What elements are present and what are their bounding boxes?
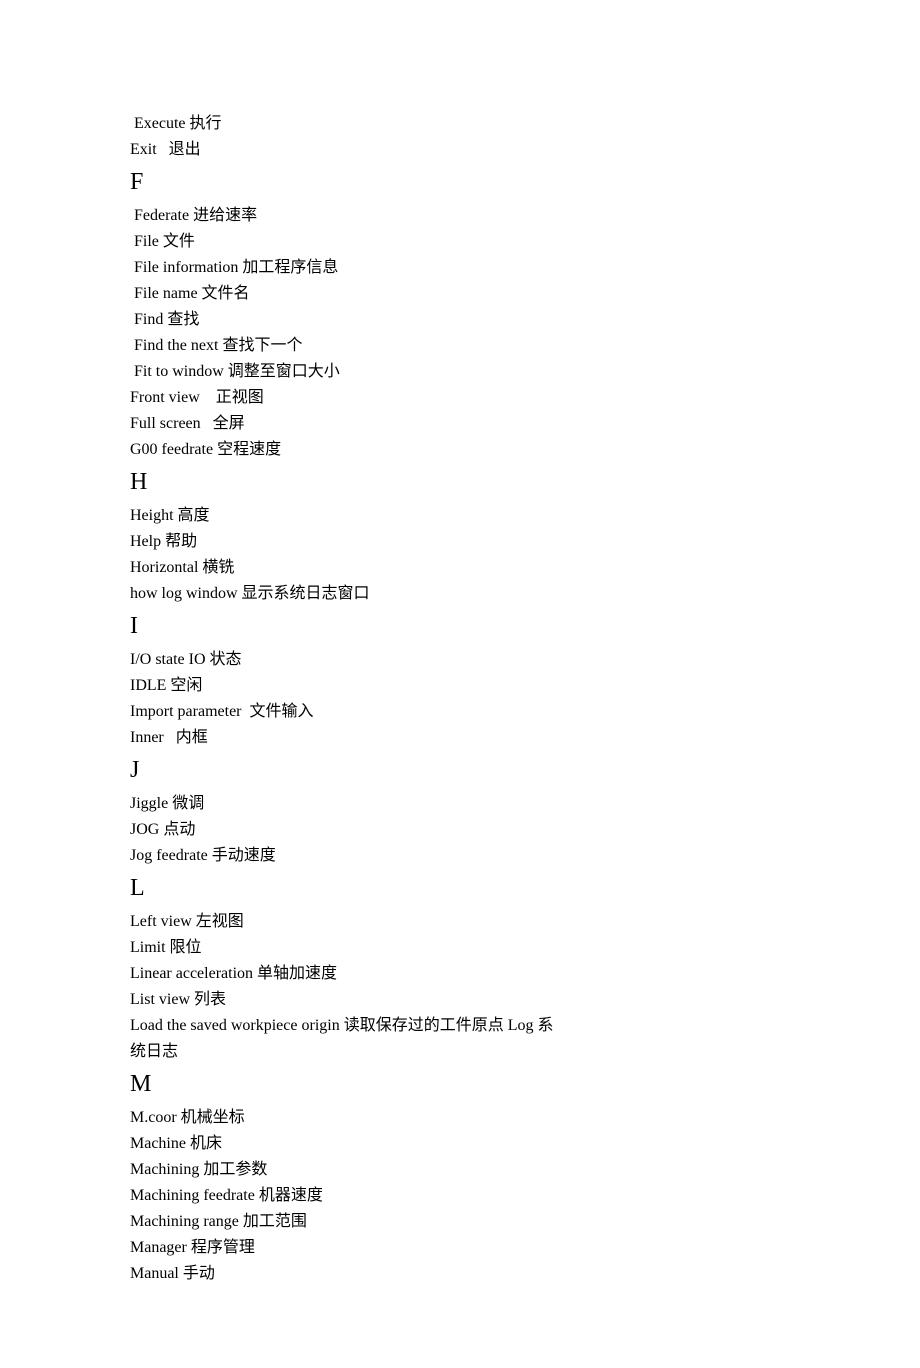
glossary-entry: how log window 显示系统日志窗口 [130, 582, 790, 606]
glossary-entry: Height 高度 [130, 504, 790, 528]
glossary-entry: G00 feedrate 空程速度 [130, 438, 790, 462]
glossary-entry: Front view 正视图 [130, 386, 790, 410]
glossary-entry: Manager 程序管理 [130, 1236, 790, 1260]
glossary-entry: IDLE 空闲 [130, 674, 790, 698]
glossary-entry: Machining feedrate 机器速度 [130, 1184, 790, 1208]
glossary-entry: Jiggle 微调 [130, 792, 790, 816]
glossary-entry: Machining range 加工范围 [130, 1210, 790, 1234]
section-heading-L: L [130, 870, 790, 906]
glossary-entry: JOG 点动 [130, 818, 790, 842]
glossary-entry: I/O state IO 状态 [130, 648, 790, 672]
glossary-entry: Manual 手动 [130, 1262, 790, 1286]
glossary-entry: Machine 机床 [130, 1132, 790, 1156]
glossary-entry: Federate 进给速率 [130, 204, 790, 228]
glossary-entry: M.coor 机械坐标 [130, 1106, 790, 1130]
glossary-entry: Inner 内框 [130, 726, 790, 750]
glossary-entry: Fit to window 调整至窗口大小 [130, 360, 790, 384]
glossary-page: Execute 执行 Exit 退出 F Federate 进给速率 File … [130, 112, 790, 1286]
glossary-entry: Machining 加工参数 [130, 1158, 790, 1182]
glossary-entry: Find 查找 [130, 308, 790, 332]
section-heading-I: I [130, 608, 790, 644]
glossary-entry: Import parameter 文件输入 [130, 700, 790, 724]
glossary-entry: Linear acceleration 单轴加速度 [130, 962, 790, 986]
section-heading-F: F [130, 164, 790, 200]
glossary-entry: Limit 限位 [130, 936, 790, 960]
glossary-entry: Full screen 全屏 [130, 412, 790, 436]
glossary-entry: Exit 退出 [130, 138, 790, 162]
glossary-entry: Find the next 查找下一个 [130, 334, 790, 358]
glossary-entry: File 文件 [130, 230, 790, 254]
section-heading-J: J [130, 752, 790, 788]
section-heading-M: M [130, 1066, 790, 1102]
glossary-entry: Horizontal 横铣 [130, 556, 790, 580]
glossary-entry: List view 列表 [130, 988, 790, 1012]
glossary-entry: Jog feedrate 手动速度 [130, 844, 790, 868]
glossary-entry: Execute 执行 [130, 112, 790, 136]
glossary-entry: File name 文件名 [130, 282, 790, 306]
glossary-entry: Help 帮助 [130, 530, 790, 554]
glossary-entry: Load the saved workpiece origin 读取保存过的工件… [130, 1014, 790, 1038]
glossary-entry: 统日志 [130, 1040, 790, 1064]
glossary-entry: Left view 左视图 [130, 910, 790, 934]
glossary-entry: File information 加工程序信息 [130, 256, 790, 280]
section-heading-H: H [130, 464, 790, 500]
